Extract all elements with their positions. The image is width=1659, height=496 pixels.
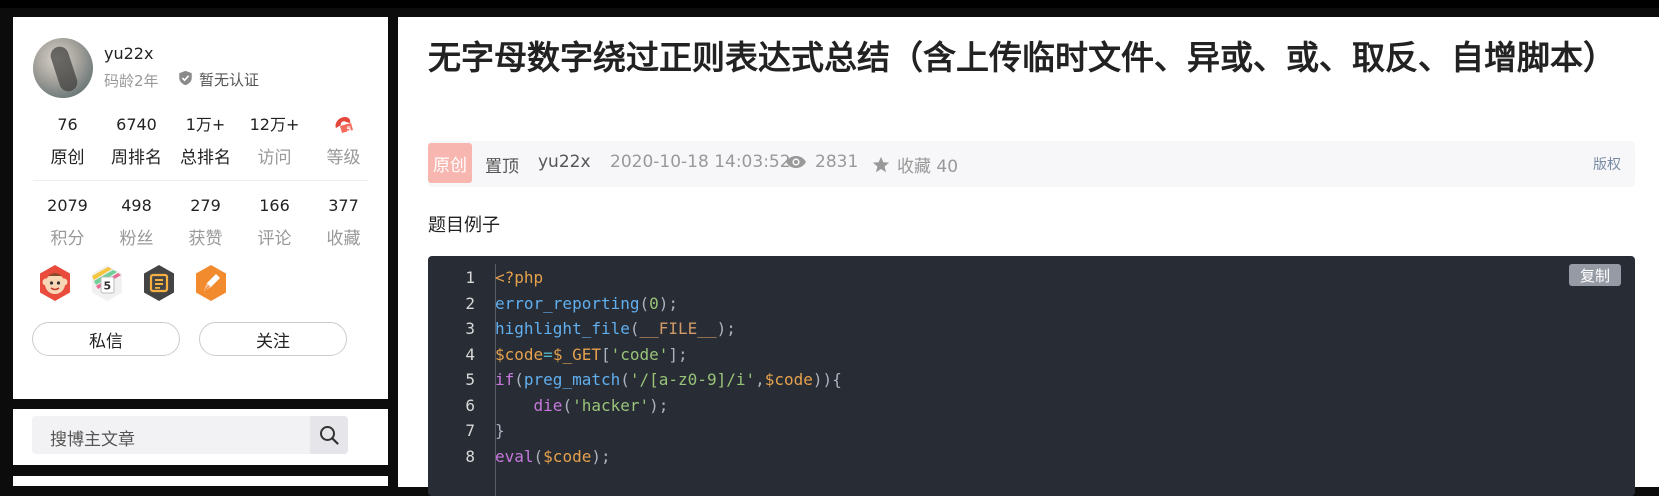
code-line: highlight_file(__FILE__); [495,319,736,338]
stat-visits: 12万+ 访问 [240,114,309,168]
stat-value: 279 [190,196,221,215]
stat-label: 收藏 [326,229,361,249]
eye-icon [786,156,806,168]
message-button[interactable]: 私信 [32,322,180,356]
stat-value: 12万+ [249,115,300,134]
code-block: 复制 1 2 3 4 5 6 7 8 <?php error_reporting… [428,256,1635,496]
view-count: 2831 [785,152,858,172]
stat-level[interactable]: 5 等级 [309,114,378,168]
line-number: 7 [465,421,475,440]
stat-label: 获赞 [188,229,223,249]
stat-label: 评论 [257,229,292,249]
stat-label: 等级 [326,148,361,168]
line-numbers: 1 2 3 4 5 6 7 8 [428,265,485,469]
shield-icon [178,70,193,90]
verify-status: 暂无认证 [178,69,259,90]
stat-value: 1万+ [185,115,226,134]
stat-value: 377 [328,196,359,215]
follow-button[interactable]: 关注 [199,322,347,356]
stat-label: 访问 [257,148,292,168]
stat-value: 6740 [116,115,157,134]
verify-label: 暂无认证 [199,71,260,89]
star-icon [872,156,890,172]
stat-label: 粉丝 [119,229,154,249]
stat-original[interactable]: 76 原创 [33,114,102,168]
stat-points: 2079 积分 [33,195,102,249]
line-number: 4 [465,344,475,364]
code-line: die('hacker'); [533,395,669,415]
stats-row-1: 76 原创 6740 周排名 1万+ 总排名 12万+ 访问 5 等级 [33,114,378,168]
search-card: 搜博主文章 [13,409,388,465]
author-link[interactable]: yu22x [538,152,591,172]
level-icon: 5 [309,114,378,136]
copy-button[interactable]: 复制 [1569,264,1621,286]
svg-text:5: 5 [346,126,351,134]
search-button[interactable] [310,416,348,454]
monkey-badge-icon[interactable] [36,264,74,302]
code-line: <?php [495,268,544,287]
copyright-link[interactable]: 版权 [1593,154,1621,174]
stat-label: 总排名 [180,148,231,168]
sidebar-next-card [13,476,388,486]
badge-list: 5 [36,264,230,302]
stat-fans[interactable]: 498 粉丝 [102,195,171,249]
stat-favorites: 377 收藏 [309,195,378,249]
article-paragraph: 题目例子 [428,215,500,236]
stat-comments: 166 评论 [240,195,309,249]
stat-label: 周排名 [111,148,162,168]
line-number: 1 [465,268,475,287]
line-number: 5 [465,370,475,389]
stat-total-rank[interactable]: 1万+ 总排名 [171,114,240,168]
line-number: 6 [465,395,475,415]
code-line: eval($code); [495,446,611,466]
username[interactable]: yu22x [104,44,153,63]
divider [33,180,368,181]
search-icon [320,426,339,445]
pen-badge-icon[interactable] [192,264,230,302]
top-bar [0,0,1659,8]
stat-value: 166 [259,196,290,215]
pinned-label: 置顶 [485,157,519,177]
original-tag: 原创 [428,143,472,183]
view-count-value: 2831 [815,152,859,172]
line-number: 3 [465,319,475,338]
stat-value: 498 [121,196,152,215]
stats-row-2: 2079 积分 498 粉丝 279 获赞 166 评论 377 收藏 [33,195,378,249]
code-lines[interactable]: <?php error_reporting(0); highlight_file… [495,265,842,469]
stat-value: 76 [57,115,78,134]
line-number: 8 [465,446,475,466]
line-number: 2 [465,293,475,313]
profile-card: yu22x 码龄2年 暂无认证 76 原创 6740 周排名 1万+ 总排名 1… [13,17,388,399]
article-main: 无字母数字绕过正则表达式总结（含上传临时文件、异或、或、取反、自增脚本） 原创 … [398,17,1659,496]
stat-label: 原创 [50,148,85,168]
stat-weekly-rank[interactable]: 6740 周排名 [102,114,171,168]
publish-date: 2020-10-18 14:03:52 [610,152,791,172]
article-meta-bar: 原创 置顶 yu22x 2020-10-18 14:03:52 2831 收藏 … [428,141,1635,187]
code-age: 码龄2年 [104,72,159,90]
favorite-button[interactable]: 收藏 40 [872,152,958,177]
svg-text:5: 5 [104,280,112,293]
five-badge-icon[interactable]: 5 [88,264,126,302]
search-box[interactable]: 搜博主文章 [32,416,348,454]
code-line: $code=$_GET['code']; [495,344,688,364]
code-line: } [495,421,505,440]
article-title: 无字母数字绕过正则表达式总结（含上传临时文件、异或、或、取反、自增脚本） [428,38,1616,77]
code-line: if(preg_match('/[a-z0-9]/i',$code)){ [495,370,842,389]
code-line: error_reporting(0); [495,293,679,313]
stat-label: 积分 [50,229,85,249]
search-input[interactable]: 搜博主文章 [50,425,135,450]
stat-value: 2079 [47,196,88,215]
favorite-count: 收藏 40 [897,157,959,177]
blog-badge-icon[interactable] [140,264,178,302]
avatar[interactable] [33,38,93,98]
stat-likes: 279 获赞 [171,195,240,249]
